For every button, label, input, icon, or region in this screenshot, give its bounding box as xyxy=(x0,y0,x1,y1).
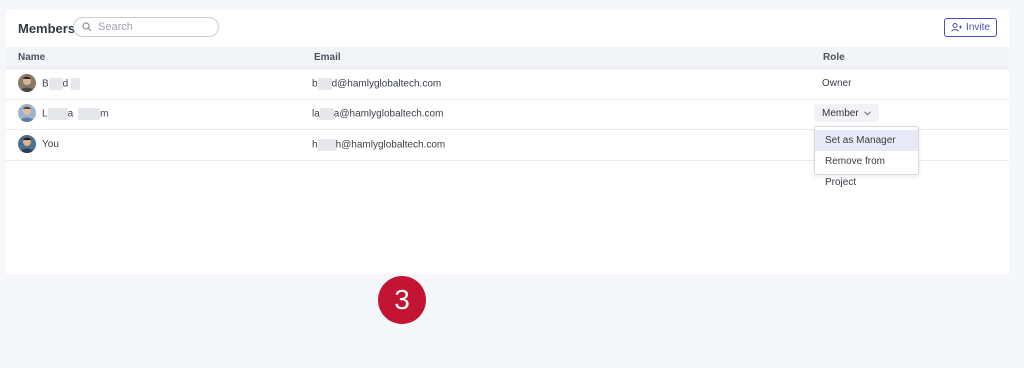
member-email: h h@hamlyglobaltech.com xyxy=(312,139,446,151)
role-menu: Set as Manager Remove from Project xyxy=(814,126,919,188)
avatar xyxy=(18,74,36,92)
search-icon xyxy=(82,22,92,32)
page-title: Members xyxy=(18,21,76,36)
member-name: You xyxy=(42,139,59,150)
menu-item-set-as-manager[interactable]: Set as Manager xyxy=(815,130,918,151)
avatar xyxy=(18,104,36,122)
menu-item-remove-from-project[interactable]: Remove from Project xyxy=(815,151,918,188)
table-row: Bd b d@hamlyglobaltech.com Owner xyxy=(6,69,1009,100)
column-header-email: Email xyxy=(314,52,341,63)
member-email: b d@hamlyglobaltech.com xyxy=(312,78,442,90)
member-role: Owner xyxy=(822,78,852,89)
column-header-role: Role xyxy=(823,52,845,63)
column-header-name: Name xyxy=(18,52,46,63)
add-user-icon xyxy=(951,23,963,32)
avatar xyxy=(18,135,36,153)
step-badge: 3 xyxy=(378,276,426,324)
search-box[interactable] xyxy=(73,17,219,37)
role-dropdown[interactable]: Member xyxy=(814,104,879,122)
table-header: Name Email Role xyxy=(6,47,1009,69)
member-email: la a@hamlyglobaltech.com xyxy=(312,108,444,120)
member-name: Lam xyxy=(42,108,109,120)
invite-button[interactable]: Invite xyxy=(944,18,997,37)
member-name: Bd xyxy=(42,78,81,90)
role-dropdown-value: Member xyxy=(822,107,859,119)
panel-header: Members Invite xyxy=(6,10,1009,46)
search-input[interactable] xyxy=(98,21,208,33)
invite-label: Invite xyxy=(966,22,990,33)
members-panel: Members Invite Name Email Role Bd xyxy=(6,10,1009,274)
chevron-down-icon xyxy=(864,110,871,116)
